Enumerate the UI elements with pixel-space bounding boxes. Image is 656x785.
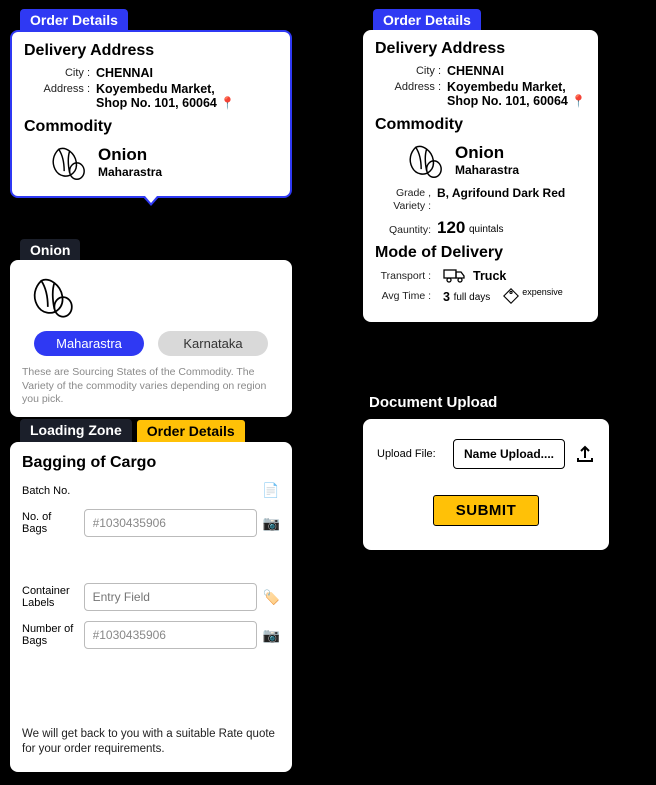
- commodity-name: Onion: [98, 145, 162, 165]
- sourcing-hint-text: These are Sourcing States of the Commodi…: [22, 366, 280, 407]
- grade-variety-label: Grade , Variety :: [375, 186, 437, 212]
- address-line1: Koyembedu Market,: [96, 82, 215, 96]
- order-details-tag: Order Details: [373, 9, 481, 31]
- rate-quote-note: We will get back to you with a suitable …: [22, 727, 280, 758]
- mode-of-delivery-heading: Mode of Delivery: [375, 244, 586, 262]
- submit-button[interactable]: SUBMIT: [433, 495, 540, 526]
- tag-icon[interactable]: 🏷️: [263, 589, 280, 606]
- truck-icon: [443, 268, 467, 284]
- no-of-bags-label: No. of Bags: [22, 511, 78, 535]
- camera-icon[interactable]: 📷: [263, 627, 280, 644]
- order-details-tag: Order Details: [20, 9, 128, 31]
- upload-file-label: Upload File:: [377, 448, 443, 460]
- onion-tag: Onion: [20, 239, 80, 261]
- address-label: Address :: [24, 82, 96, 110]
- number-of-bags-input[interactable]: [84, 621, 257, 649]
- quantity-unit: quintals: [469, 224, 503, 235]
- camera-icon[interactable]: 📷: [263, 515, 280, 532]
- pin-icon: 📍: [571, 94, 586, 108]
- transport-value: Truck: [473, 269, 506, 283]
- onion-icon: [22, 272, 78, 320]
- document-icon[interactable]: 📄: [262, 482, 280, 499]
- loading-zone-tag: Loading Zone: [20, 419, 132, 443]
- container-labels-input[interactable]: [84, 583, 257, 611]
- city-value: CHENNAI: [96, 66, 153, 80]
- delivery-address-heading: Delivery Address: [24, 42, 278, 60]
- pin-icon: 📍: [220, 96, 235, 110]
- address-line2: Shop No. 101, 60064: [96, 96, 217, 110]
- address-line2: Shop No. 101, 60064: [447, 94, 568, 108]
- onion-icon: [44, 142, 88, 182]
- number-of-bags-label: Number of Bags: [22, 623, 78, 647]
- no-of-bags-input[interactable]: [84, 509, 257, 537]
- avg-time-value: 3: [443, 290, 450, 304]
- address-label: Address :: [375, 80, 447, 108]
- sourcing-state-card: Maharastra Karnataka These are Sourcing …: [10, 260, 292, 417]
- address-line1: Koyembedu Market,: [447, 80, 566, 94]
- commodity-heading: Commodity: [375, 116, 586, 134]
- order-details-card: Delivery Address City : CHENNAI Address …: [10, 30, 292, 198]
- onion-icon: [401, 140, 445, 180]
- order-details-tag-yellow: Order Details: [136, 419, 246, 443]
- city-label: City :: [24, 66, 96, 80]
- document-upload-card: Upload File: Name Upload.... SUBMIT: [363, 419, 609, 550]
- commodity-heading: Commodity: [24, 118, 278, 136]
- avg-time-unit: full days: [454, 292, 491, 303]
- price-tag-icon: [502, 287, 520, 305]
- dropdown-indicator-icon: [142, 196, 160, 206]
- batch-no-label: Batch No.: [22, 485, 86, 497]
- city-value: CHENNAI: [447, 64, 504, 78]
- quantity-value: 120: [437, 218, 465, 237]
- commodity-name: Onion: [455, 143, 519, 163]
- state-chip-karnataka[interactable]: Karnataka: [158, 331, 268, 356]
- document-upload-title: Document Upload: [363, 390, 645, 419]
- state-chip-maharastra[interactable]: Maharastra: [34, 331, 144, 356]
- address-value: Koyembedu Market, Shop No. 101, 60064 📍: [447, 80, 586, 108]
- container-labels-label: Container Labels: [22, 585, 78, 609]
- commodity-region: Maharastra: [455, 163, 519, 177]
- upload-icon[interactable]: [575, 444, 595, 464]
- bagging-heading: Bagging of Cargo: [22, 454, 280, 472]
- bagging-card: Bagging of Cargo Batch No. 📄 No. of Bags…: [10, 442, 292, 772]
- order-details-full-card: Delivery Address City : CHENNAI Address …: [363, 30, 598, 322]
- grade-variety-value: B, Agrifound Dark Red: [437, 186, 565, 212]
- upload-file-input[interactable]: Name Upload....: [453, 439, 565, 469]
- commodity-region: Maharastra: [98, 165, 162, 179]
- price-note: expensive: [522, 287, 563, 297]
- transport-label: Transport :: [375, 269, 437, 283]
- city-label: City :: [375, 64, 447, 78]
- address-value: Koyembedu Market, Shop No. 101, 60064 📍: [96, 82, 235, 110]
- delivery-address-heading: Delivery Address: [375, 40, 586, 58]
- quantity-label: Qauntity:: [375, 223, 437, 237]
- avg-time-label: Avg Time :: [375, 289, 437, 303]
